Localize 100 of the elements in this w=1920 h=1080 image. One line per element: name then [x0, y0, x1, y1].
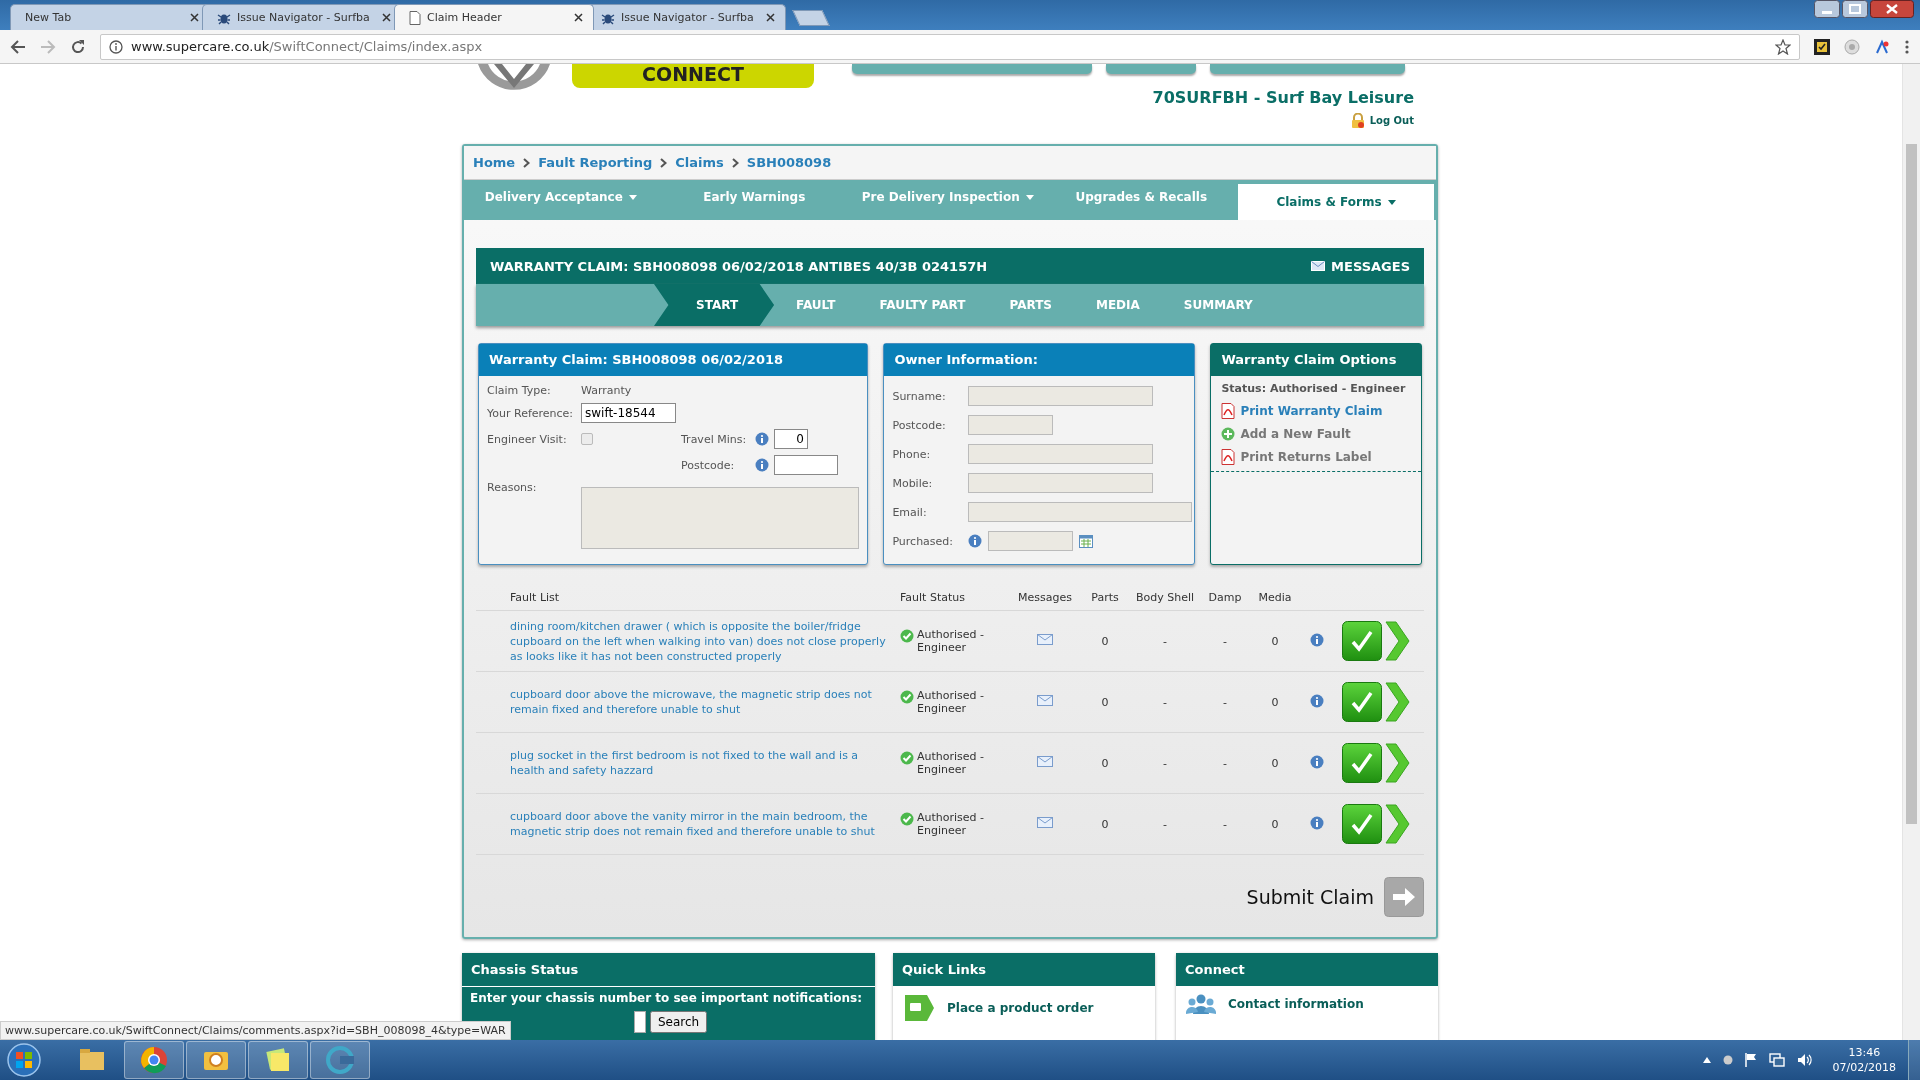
start-orb-icon[interactable] [4, 1042, 44, 1078]
step-tab[interactable]: PARTS [987, 284, 1074, 326]
chevron-right-icon[interactable] [1384, 621, 1410, 661]
connect-link[interactable]: Contact information [1176, 987, 1438, 1021]
breadcrumb-link[interactable]: Fault Reporting [538, 155, 653, 170]
table-cell-text: - [1162, 695, 1168, 709]
step-tab[interactable]: FAULT [774, 284, 858, 326]
breadcrumb-link[interactable]: Claims [675, 155, 724, 170]
info-icon[interactable] [1310, 632, 1324, 647]
extension-icon[interactable] [1814, 38, 1830, 55]
info-icon[interactable] [755, 432, 769, 446]
table-cell-text: - [1162, 634, 1168, 648]
clock-date[interactable]: 07/02/2018 [1832, 1060, 1896, 1075]
circle-icon[interactable] [1722, 1055, 1733, 1065]
nav-tab[interactable]: Upgrades & Recalls [1044, 180, 1238, 214]
field-label: Surname: [892, 389, 947, 403]
info-icon[interactable] [755, 458, 769, 472]
add-icon [1221, 427, 1236, 441]
info-icon[interactable] [1310, 693, 1324, 708]
option-link[interactable]: Print Warranty Claim [1221, 403, 1411, 419]
info-icon[interactable] [968, 534, 983, 548]
checkmark-button-icon[interactable] [1342, 804, 1382, 844]
show-desktop-button[interactable] [1908, 1040, 1920, 1080]
fault-status: Authorised - Engineer [917, 750, 986, 776]
chevron-right-icon[interactable] [1384, 743, 1410, 783]
fault-description-link[interactable]: cupboard door above the vanity mirror in the main bedroom, the magnetic strip does not remain fixed and therefore unable to shut [510, 809, 890, 839]
field-label: Travel Mins: [681, 432, 748, 446]
field-label: Mobile: [892, 476, 934, 490]
table-cell-text: - [1222, 817, 1228, 831]
caret-up-icon[interactable] [1702, 1057, 1711, 1063]
browser-icon[interactable] [138, 1044, 170, 1076]
nav-tab[interactable]: Delivery Acceptance [464, 180, 658, 214]
nav-tab[interactable]: Pre Delivery Inspection [851, 180, 1045, 214]
back-arrow-icon[interactable] [10, 38, 26, 55]
envelope-icon[interactable] [1037, 817, 1053, 828]
scrollbar[interactable] [1902, 64, 1920, 1040]
fault-description-link[interactable]: cupboard door above the microwave, the magnetic strip does not remain fixed and therefore unable to shut [510, 687, 890, 717]
chevron-right-icon[interactable] [1384, 682, 1410, 722]
scrollbar-thumb[interactable] [1906, 144, 1917, 824]
breadcrumb-link[interactable]: SBH008098 [746, 155, 832, 170]
calendar-icon[interactable] [1079, 534, 1094, 548]
step-tab[interactable]: START [654, 284, 775, 326]
envelope-icon[interactable] [1037, 634, 1053, 645]
table-cell-text: 0 [1270, 817, 1280, 831]
messages-link[interactable]: MESSAGES [1311, 258, 1410, 274]
flag-icon[interactable] [1744, 1053, 1757, 1067]
info-icon[interactable] [1310, 815, 1324, 830]
app-logo-icon[interactable] [324, 1044, 356, 1076]
address-field[interactable]: www.supercare.co.uk/SwiftConnect/Claims/index.aspx [100, 33, 1800, 60]
close-icon[interactable] [1870, 0, 1914, 18]
travel-mins-field[interactable]: 0 [774, 429, 808, 449]
submit-claim-button[interactable]: Submit Claim [1246, 877, 1424, 917]
field-label: Postcode: [681, 458, 736, 472]
close-icon[interactable] [574, 13, 583, 22]
reference-field[interactable]: swift-18544 [581, 403, 676, 423]
close-icon[interactable] [766, 13, 775, 22]
close-icon[interactable] [190, 13, 199, 22]
logout-link[interactable]: Log Out [1350, 113, 1414, 128]
chevron-right-icon[interactable] [1384, 804, 1410, 844]
postcode-field[interactable] [774, 455, 838, 475]
minimize-icon[interactable] [1814, 0, 1840, 18]
search-button[interactable]: Search [650, 1011, 708, 1033]
envelope-icon[interactable] [1037, 756, 1053, 767]
browser-tab[interactable]: Claim Header [394, 4, 594, 30]
fault-description-link[interactable]: plug socket in the first bedroom is not fixed to the wall and is a health and safety hazzard [510, 748, 890, 778]
checkmark-button-icon[interactable] [1342, 621, 1382, 661]
reasons-field[interactable] [581, 487, 860, 549]
chassis-prompt: Enter your chassis number to see important notifications: [470, 991, 864, 1005]
table-cell-text: 0 [1100, 756, 1110, 770]
chevron-right-icon [731, 157, 739, 168]
clock-time[interactable]: 13:46 [1832, 1045, 1896, 1060]
claim-status: Status: Authorised - Engineer [1221, 382, 1407, 395]
menu-icon[interactable] [1904, 38, 1910, 55]
reload-icon[interactable] [70, 38, 86, 55]
step-tab[interactable]: MEDIA [1074, 284, 1162, 326]
info-icon[interactable] [1310, 754, 1324, 769]
table-cell-text: - [1222, 634, 1228, 648]
chassis-number-field[interactable] [634, 1011, 646, 1033]
network-icon[interactable] [1768, 1053, 1785, 1067]
new-tab-button[interactable] [792, 10, 830, 26]
checkmark-button-icon[interactable] [1342, 743, 1382, 783]
column-header: Parts [1090, 591, 1120, 604]
table-cell-text: 0 [1100, 634, 1110, 648]
nav-tab[interactable]: Claims & Forms [1238, 184, 1434, 220]
table-cell-text: 0 [1270, 634, 1280, 648]
logo-wordmark: CONNECT [572, 64, 814, 88]
panel-title: Quick Links [893, 953, 1155, 987]
fault-description-link[interactable]: dining room/kitchen drawer ( which is opposite the boiler/fridge cupboard on the left when walking into van) does not close properly as looks like it has not been constructed properly [510, 618, 890, 664]
checkmark-button-icon[interactable] [1342, 682, 1382, 722]
close-icon[interactable] [382, 13, 391, 22]
step-tab[interactable]: SUMMARY [1161, 284, 1275, 326]
envelope-icon[interactable] [1037, 695, 1053, 706]
quick-link[interactable]: Place a product order [893, 987, 1155, 1029]
breadcrumb-link[interactable]: Home [473, 155, 516, 170]
restore-icon[interactable] [1842, 0, 1868, 18]
step-tab[interactable]: FAULTY PART [857, 284, 988, 326]
star-icon[interactable] [1775, 38, 1791, 55]
speaker-icon[interactable] [1796, 1053, 1813, 1067]
nav-tab[interactable]: Early Warnings [657, 180, 851, 214]
info-icon [109, 39, 123, 54]
